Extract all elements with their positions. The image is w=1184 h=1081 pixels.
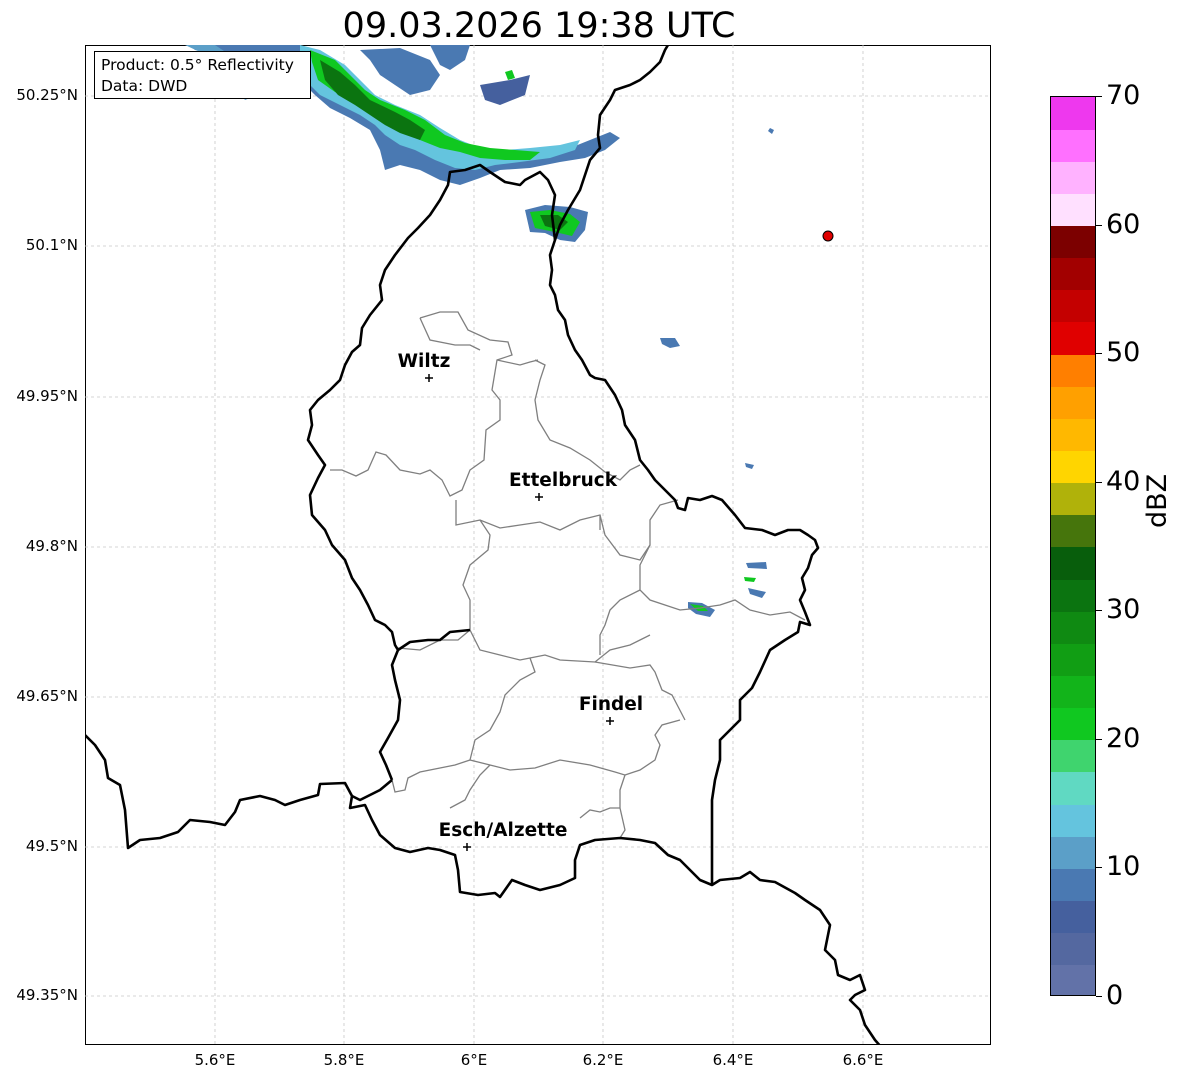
colorbar-tick-label: 40 [1106,465,1141,497]
colorbar-segment [1051,289,1095,323]
colorbar-tick-label: 50 [1106,337,1141,369]
lat-label: 49.5°N [25,837,78,855]
colorbar-segment [1051,547,1095,580]
colorbar [1050,96,1096,996]
colorbar-tick [1096,996,1102,997]
lon-label: 6°E [460,1051,488,1069]
data-source-label: Data: DWD [101,77,188,95]
colorbar-tick [1096,96,1102,97]
colorbar-segment [1051,772,1095,805]
radar-echoes [185,45,774,617]
colorbar-tick-label: 70 [1106,80,1141,111]
colorbar-tick [1096,224,1102,226]
graticule [85,45,991,1045]
radar-map [85,45,991,1045]
lon-label: 5.8°E [323,1051,365,1069]
colorbar-segment [1051,225,1095,259]
colorbar-segment [1051,739,1095,773]
colorbar-segment [1051,675,1095,709]
colorbar-segment [1051,418,1095,452]
map-title: 09.03.2026 19:38 UTC [342,6,736,46]
colorbar-segment [1051,450,1095,484]
colorbar-segment [1051,386,1095,419]
colorbar-tick-label: 30 [1106,594,1141,626]
lat-label: 50.25°N [16,86,78,104]
city-marker-esch-alzette [463,843,471,851]
colorbar-segment [1051,97,1095,130]
city-label-esch-alzette: Esch/Alzette [438,820,568,841]
colorbar-tick-label: 60 [1106,208,1141,240]
city-marker-findel [606,717,614,725]
colorbar-segment [1051,707,1095,741]
colorbar-tick [1096,481,1102,483]
colorbar-segment [1051,161,1095,194]
lon-label: 5.6°E [194,1051,236,1069]
product-label: Product: 0.5° Reflectivity [101,56,294,74]
lat-label: 50.1°N [25,236,78,254]
colorbar-segment [1051,836,1095,869]
colorbar-segment [1051,611,1095,644]
colorbar-tick-label: 0 [1106,980,1124,1011]
colorbar-tick [1096,738,1102,740]
lon-label: 6.6°E [842,1051,884,1069]
city-markers [425,374,614,851]
colorbar-segment [1051,964,1095,995]
colorbar-label: dBZ [1142,473,1173,528]
national-borders [85,45,882,1045]
lat-label: 49.65°N [16,687,78,705]
colorbar-segment [1051,514,1095,548]
colorbar-segment [1051,932,1095,966]
colorbar-segment [1051,804,1095,837]
city-marker-wiltz [425,374,433,382]
colorbar-segment [1051,193,1095,227]
product-info-box: Product: 0.5° Reflectivity Data: DWD [94,51,311,99]
cantonal-borders [330,311,806,839]
colorbar-segment [1051,354,1095,387]
lat-label: 49.35°N [16,986,78,1004]
colorbar-segment [1051,900,1095,934]
lon-label: 6.4°E [712,1051,754,1069]
lat-label: 49.95°N [16,387,78,405]
colorbar-tick-label: 10 [1106,851,1141,883]
city-label-findel: Findel [578,694,644,715]
colorbar-tick-label: 20 [1106,722,1141,754]
colorbar-segment [1051,868,1095,902]
colorbar-tick [1096,610,1102,612]
radar-site-marker [822,230,834,242]
colorbar-segment [1051,257,1095,291]
colorbar-tick [1096,867,1102,869]
colorbar-segment [1051,322,1095,355]
city-marker-ettelbruck [535,493,543,501]
city-label-ettelbruck: Ettelbruck [508,470,618,491]
colorbar-segment [1051,129,1095,162]
lon-label: 6.2°E [582,1051,624,1069]
colorbar-segment [1051,482,1095,516]
colorbar-segment [1051,579,1095,612]
colorbar-tick [1096,353,1102,355]
colorbar-segment [1051,643,1095,677]
lat-label: 49.8°N [25,537,78,555]
city-label-wiltz: Wiltz [397,351,451,372]
